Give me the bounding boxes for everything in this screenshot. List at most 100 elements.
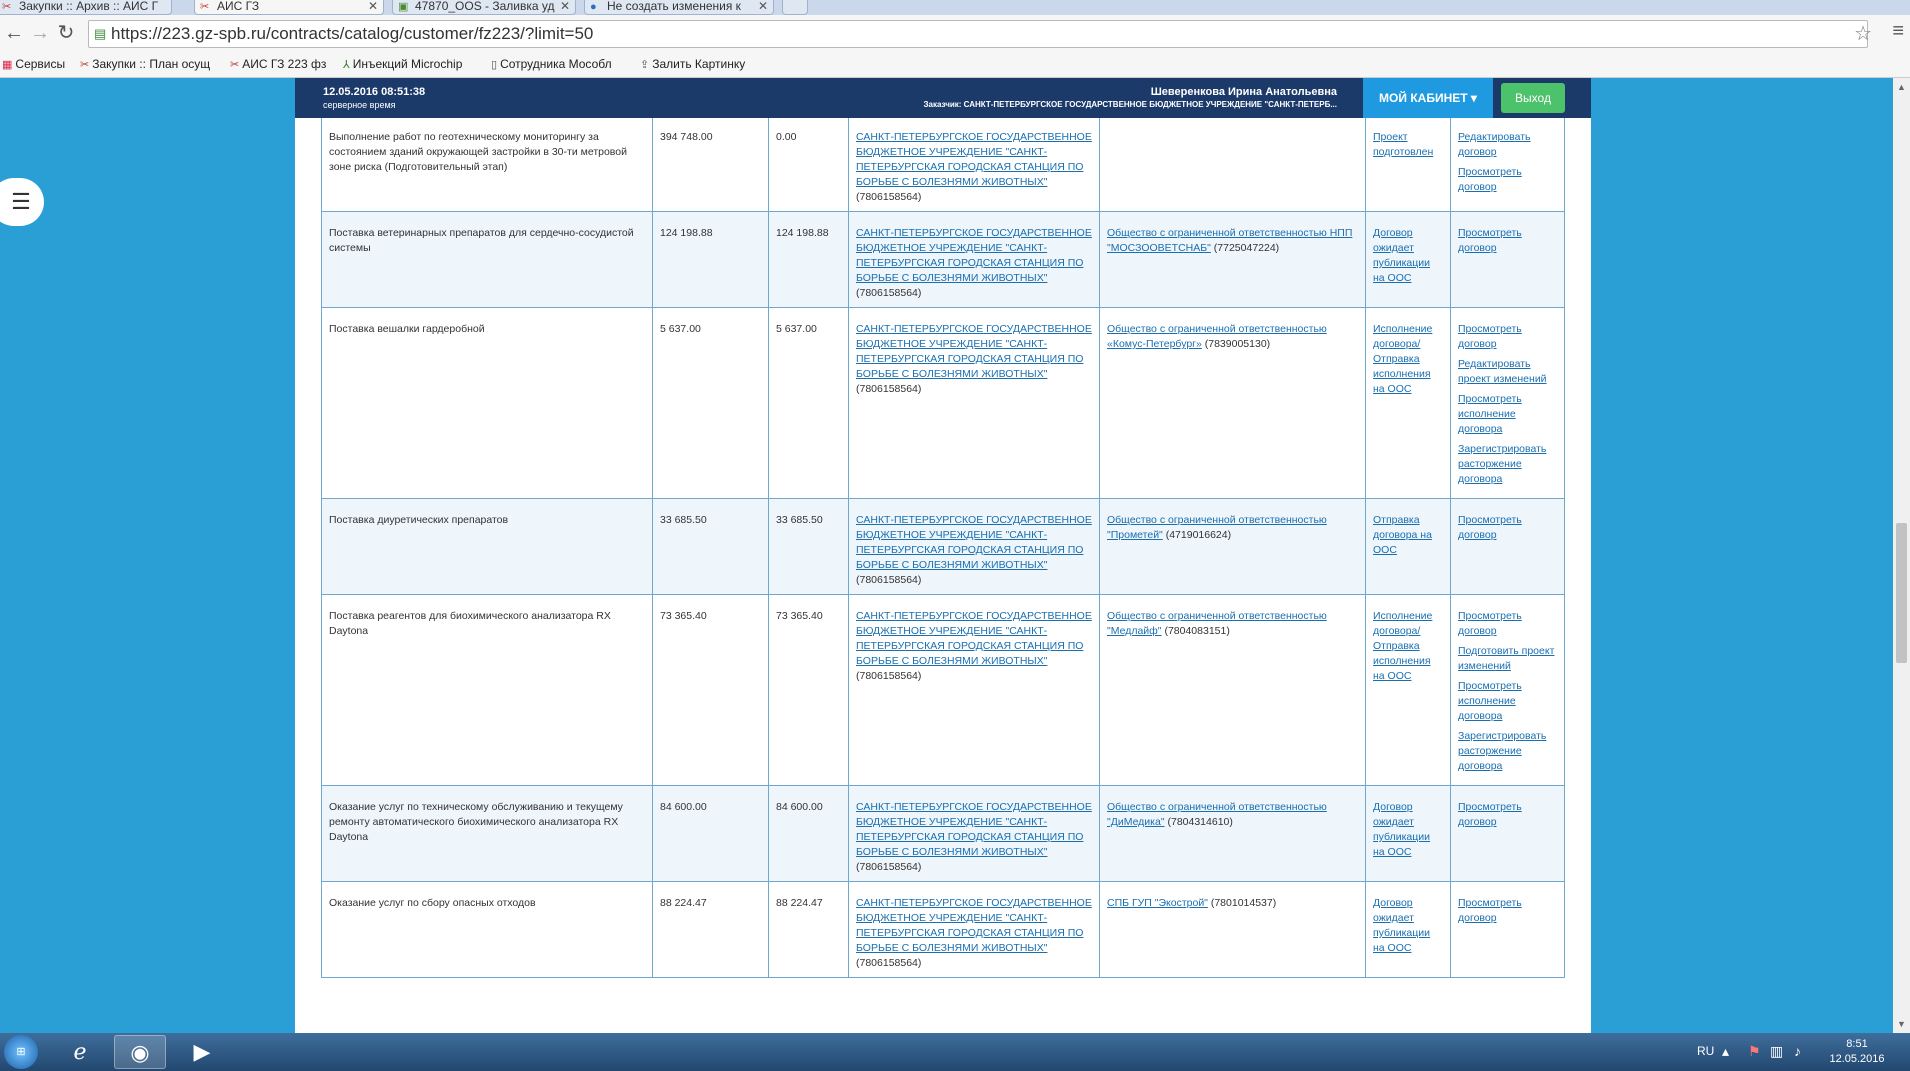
browser-menu-icon[interactable]: ≡: [1892, 20, 1904, 43]
customer-inn: (7806158564): [856, 574, 922, 586]
tray-expand-icon[interactable]: ▴: [1722, 1043, 1729, 1060]
system-clock[interactable]: 8:51 12.05.2016: [1822, 1037, 1892, 1067]
contract-status-link[interactable]: Договор ожидает публикации на ООС: [1373, 227, 1430, 284]
forward-arrow-icon[interactable]: →: [28, 21, 52, 45]
internet-explorer-icon[interactable]: ℯ: [54, 1035, 106, 1069]
customer-cell: САНКТ-ПЕТЕРБУРГСКОЕ ГОСУДАРСТВЕННОЕ БЮДЖ…: [848, 881, 1100, 978]
url-text: https://223.gz-spb.ru/contracts/catalog/…: [111, 24, 594, 43]
volume-icon[interactable]: ♪: [1794, 1043, 1801, 1059]
network-icon[interactable]: ▥: [1770, 1043, 1783, 1060]
scroll-up-arrow-icon[interactable]: ▲: [1897, 82, 1906, 92]
contract-action-link[interactable]: Просмотреть договор: [1458, 896, 1557, 926]
contract-action-link[interactable]: Зарегистрировать расторжение договора: [1458, 442, 1557, 487]
supplier-inn: (4719016624): [1162, 529, 1232, 541]
customer-link[interactable]: САНКТ-ПЕТЕРБУРГСКОЕ ГОСУДАРСТВЕННОЕ БЮДЖ…: [856, 227, 1092, 284]
server-time-label: серверное время: [323, 100, 396, 110]
contracts-table-wrapper: ГОРОДСКАЯ СТАНЦИЯ ПО БОРЬБЕ С БОЛЕЗНЯМИ …: [321, 78, 1565, 978]
bookmark-apps[interactable]: ▦ Сервисы: [2, 57, 65, 71]
logout-button[interactable]: Выход: [1501, 83, 1565, 113]
status-cell: Отправка договора на ООС: [1365, 498, 1451, 595]
browser-tab[interactable]: ✂ Закупки :: Архив :: АИС Г: [0, 0, 172, 15]
contract-paid-amount: 124 198.88: [768, 211, 849, 308]
my-cabinet-dropdown[interactable]: МОЙ КАБИНЕТ ▾: [1363, 78, 1493, 118]
contract-paid-amount: 73 365.40: [768, 594, 849, 786]
reload-icon[interactable]: ↻: [54, 21, 78, 45]
customer-inn: (7806158564): [856, 957, 922, 969]
supplier-cell: Общество с ограниченной ответственностью…: [1099, 211, 1366, 308]
contract-status-link[interactable]: Исполнение договора/ Отправка исполнения…: [1373, 610, 1432, 682]
supplier-link[interactable]: СПБ ГУП "Экострой": [1107, 897, 1208, 909]
media-player-icon[interactable]: ▶: [176, 1035, 228, 1069]
bookmark-star-icon[interactable]: ☆: [1854, 21, 1872, 46]
contracts-table: ГОРОДСКАЯ СТАНЦИЯ ПО БОРЬБЕ С БОЛЕЗНЯМИ …: [321, 78, 1565, 978]
actions-cell: Просмотреть договор Подготовить проект из…: [1450, 594, 1565, 786]
contract-action-link[interactable]: Редактировать проект изменений: [1458, 357, 1557, 387]
contract-action-link[interactable]: Просмотреть исполнение договора: [1458, 679, 1557, 724]
action-center-flag-icon[interactable]: ⚑: [1748, 1043, 1761, 1060]
close-tab-icon[interactable]: ✕: [560, 0, 570, 13]
status-cell: Договор ожидает публикации на ООС: [1365, 211, 1451, 308]
customer-inn: (7806158564): [856, 287, 922, 299]
contract-action-link[interactable]: Просмотреть договор: [1458, 165, 1557, 195]
browser-tab[interactable]: ● Не создать изменения к ✕: [584, 0, 774, 15]
close-tab-icon[interactable]: ✕: [758, 0, 768, 13]
url-input[interactable]: ▤ https://223.gz-spb.ru/contracts/catalo…: [88, 20, 1868, 48]
table-row: Выполнение работ по геотехническому мони…: [321, 115, 1565, 212]
bookmark-item[interactable]: ▯ Сотрудника Мособл: [491, 57, 612, 71]
back-arrow-icon[interactable]: ←: [2, 21, 26, 45]
new-tab-button[interactable]: [782, 0, 808, 15]
customer-cell: САНКТ-ПЕТЕРБУРГСКОЕ ГОСУДАРСТВЕННОЕ БЮДЖ…: [848, 115, 1100, 212]
chrome-icon[interactable]: ◉: [114, 1035, 166, 1069]
contract-action-link[interactable]: Просмотреть договор: [1458, 322, 1557, 352]
supplier-inn: (7801014537): [1207, 897, 1277, 909]
contract-action-link[interactable]: Редактировать договор: [1458, 130, 1557, 160]
globe-icon: ●: [590, 1, 597, 13]
contract-status-link[interactable]: Исполнение договора/ Отправка исполнения…: [1373, 323, 1432, 395]
contract-status-link[interactable]: Договор ожидает публикации на ООС: [1373, 801, 1430, 858]
page-scrollbar[interactable]: ▲ ▼: [1893, 78, 1910, 1033]
customer-link[interactable]: САНКТ-ПЕТЕРБУРГСКОЕ ГОСУДАРСТВЕННОЕ БЮДЖ…: [856, 323, 1092, 380]
contract-action-link[interactable]: Просмотреть договор: [1458, 226, 1557, 256]
customer-inn: (7806158564): [856, 670, 922, 682]
contract-status-link[interactable]: Отправка договора на ООС: [1373, 514, 1432, 556]
windows-start-icon[interactable]: ⊞: [4, 1035, 38, 1069]
customer-link[interactable]: САНКТ-ПЕТЕРБУРГСКОЕ ГОСУДАРСТВЕННОЕ БЮДЖ…: [856, 514, 1092, 571]
page-info-icon[interactable]: ▤: [94, 21, 106, 47]
table-row: Поставка вешалки гардеробной 5 637.00 5 63…: [321, 307, 1565, 499]
contract-price: 5 637.00: [652, 307, 769, 499]
contract-action-link[interactable]: Просмотреть договор: [1458, 513, 1557, 543]
contract-status-link[interactable]: Проект подготовлен: [1373, 131, 1433, 158]
bookmark-item[interactable]: ⇪ Залить Картинку: [640, 57, 745, 71]
status-cell: Проект подготовлен: [1365, 115, 1451, 212]
contract-action-link[interactable]: Просмотреть договор: [1458, 609, 1557, 639]
customer-link[interactable]: САНКТ-ПЕТЕРБУРГСКОЕ ГОСУДАРСТВЕННОЕ БЮДЖ…: [856, 801, 1092, 858]
bookmark-item[interactable]: ⅄ Инъекций Microchip: [343, 57, 462, 71]
contract-action-link[interactable]: Просмотреть исполнение договора: [1458, 392, 1557, 437]
site-favicon-icon: ✂: [2, 1, 12, 13]
apps-grid-icon: ▦: [2, 59, 13, 71]
customer-link[interactable]: САНКТ-ПЕТЕРБУРГСКОЕ ГОСУДАРСТВЕННОЕ БЮДЖ…: [856, 897, 1092, 954]
bookmark-label: Закупки :: План осущ: [92, 57, 211, 71]
page-viewport: ☰ 12.05.2016 08:51:38 серверное время Ше…: [0, 78, 1893, 1033]
sidebar-menu-toggle[interactable]: ☰: [0, 178, 44, 226]
actions-cell: Редактировать договор Просмотреть договор: [1450, 115, 1565, 212]
contract-action-link[interactable]: Зарегистрировать расторжение договора: [1458, 729, 1557, 774]
contract-action-link[interactable]: Подготовить проект изменений: [1458, 644, 1557, 674]
bookmark-item[interactable]: ✂ АИС ГЗ 223 фз: [230, 57, 326, 71]
scroll-down-arrow-icon[interactable]: ▼: [1897, 1019, 1906, 1029]
customer-link[interactable]: САНКТ-ПЕТЕРБУРГСКОЕ ГОСУДАРСТВЕННОЕ БЮДЖ…: [856, 131, 1092, 188]
bookmark-item[interactable]: ✂ Закупки :: План осущ: [80, 57, 210, 71]
browser-tab-active[interactable]: ✂ АИС ГЗ ✕: [194, 0, 384, 15]
table-row: Оказание услуг по сбору опасных отходов 8…: [321, 881, 1565, 978]
hamburger-menu-icon: ☰: [11, 189, 31, 214]
close-tab-icon[interactable]: ✕: [368, 0, 378, 13]
contract-subject: Поставка реагентов для биохимического ан…: [321, 594, 653, 786]
browser-tab[interactable]: ▣ 47870_OOS - Заливка уд ✕: [392, 0, 576, 15]
customer-link[interactable]: САНКТ-ПЕТЕРБУРГСКОЕ ГОСУДАРСТВЕННОЕ БЮДЖ…: [856, 610, 1092, 667]
contract-status-link[interactable]: Договор ожидает публикации на ООС: [1373, 897, 1430, 954]
language-indicator[interactable]: RU: [1697, 1044, 1714, 1058]
supplier-cell: Общество с ограниченной ответственностью…: [1099, 594, 1366, 786]
scrollbar-thumb[interactable]: [1896, 523, 1907, 663]
contract-action-link[interactable]: Просмотреть договор: [1458, 800, 1557, 830]
status-cell: Договор ожидает публикации на ООС: [1365, 785, 1451, 882]
